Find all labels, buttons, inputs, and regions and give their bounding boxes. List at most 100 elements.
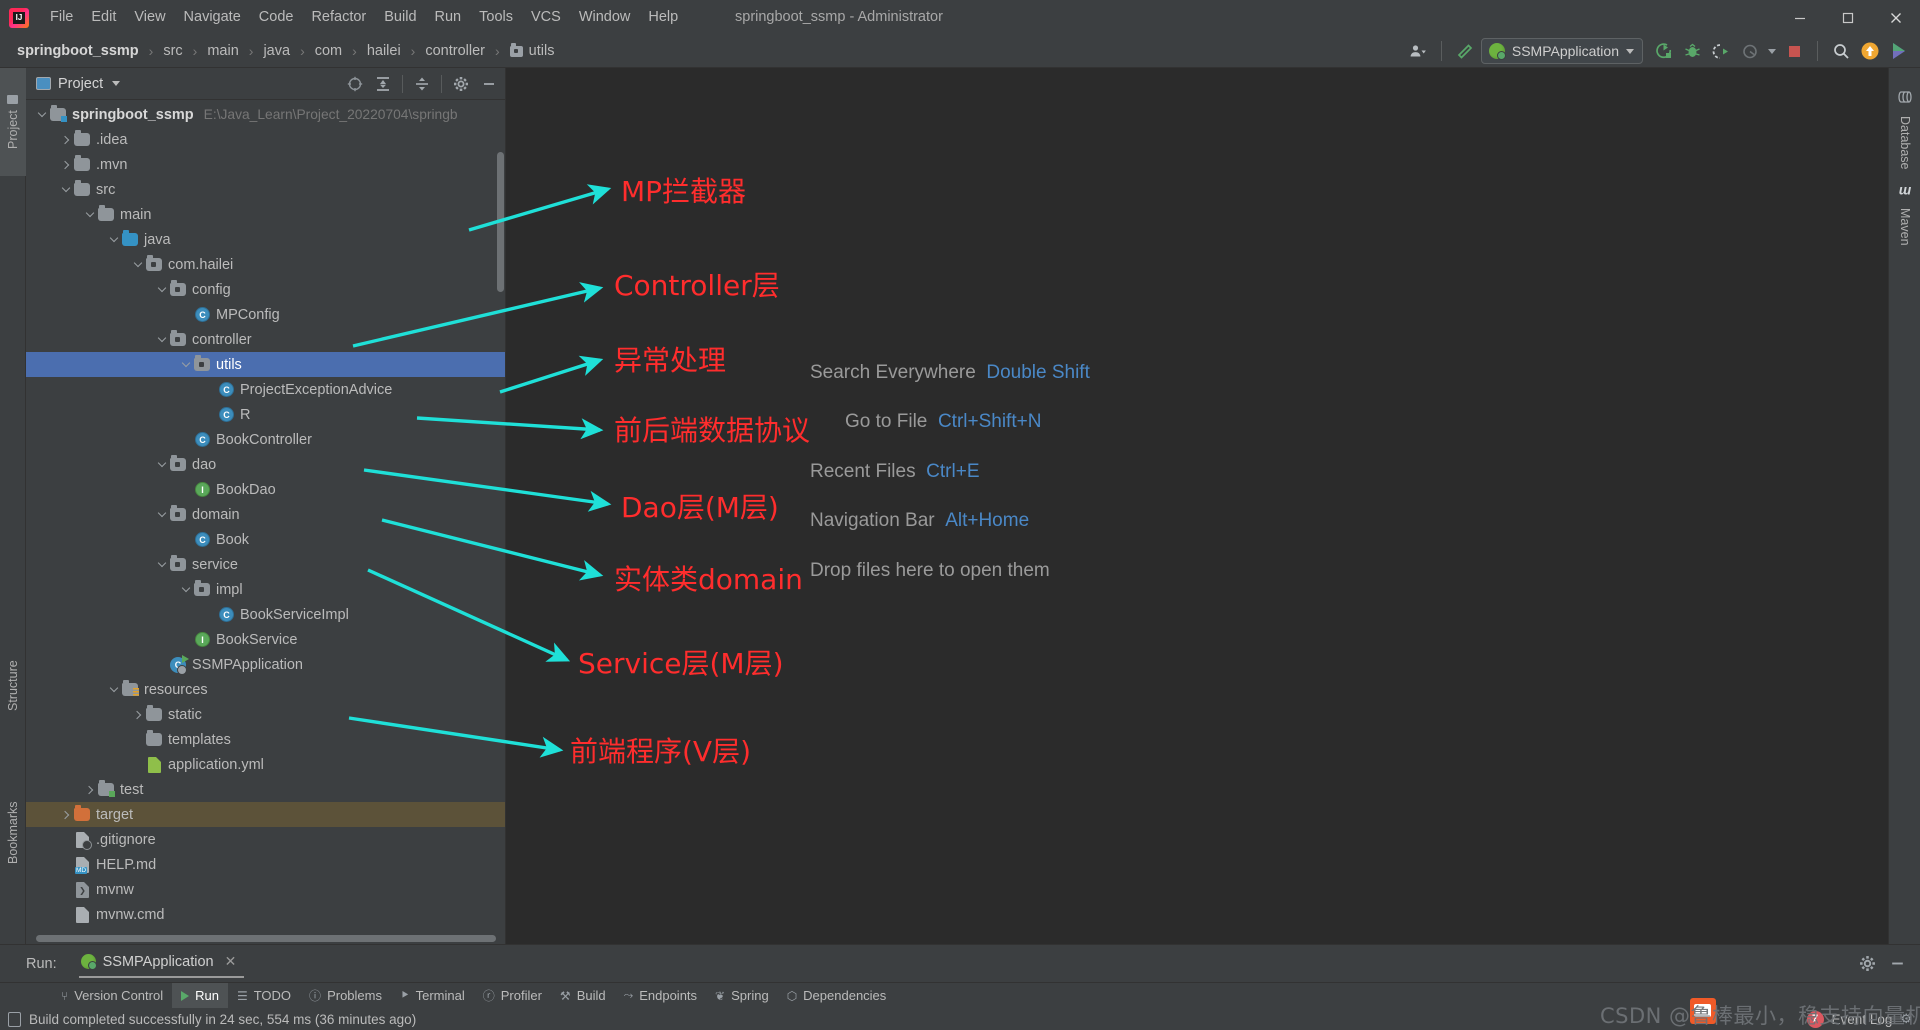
tree-node--gitignore[interactable]: .gitignore (26, 827, 506, 852)
close-icon[interactable] (1872, 0, 1920, 35)
tree-node-mvnw[interactable]: mvnw (26, 877, 506, 902)
run-configuration-selector[interactable]: SSMPApplication (1480, 38, 1643, 64)
hammer-icon[interactable] (1452, 38, 1478, 64)
chevron-down-icon[interactable] (154, 457, 170, 473)
stop-icon[interactable] (1781, 38, 1807, 64)
tree-node-templates[interactable]: templates (26, 727, 506, 752)
tree-node-bookserviceimpl[interactable]: C BookServiceImpl (26, 602, 506, 627)
tree-node-bookdao[interactable]: I BookDao (26, 477, 506, 502)
bottom-tab-version-control[interactable]: ⑂ Version Control (52, 983, 172, 1009)
debug-bug-icon[interactable] (1679, 38, 1705, 64)
chevron-down-icon[interactable] (154, 507, 170, 523)
menu-item-tools[interactable]: Tools (470, 0, 522, 35)
tree-node-utils[interactable]: utils (26, 352, 506, 377)
chevron-down-icon[interactable] (58, 182, 74, 198)
breadcrumb-item-springboot-ssmp[interactable]: springboot_ssmp (14, 41, 142, 61)
menu-item-run[interactable]: Run (426, 0, 471, 35)
tree-node-book[interactable]: C Book (26, 527, 506, 552)
tree-node-mvnw-cmd[interactable]: mvnw.cmd (26, 902, 506, 927)
close-icon[interactable]: ✕ (225, 953, 237, 970)
maximize-icon[interactable] (1824, 0, 1872, 35)
tree-node-static[interactable]: static (26, 702, 506, 727)
select-opened-file-icon[interactable] (342, 72, 368, 96)
tree-node--idea[interactable]: .idea (26, 127, 506, 152)
tree-node-service[interactable]: service (26, 552, 506, 577)
tree-node-src[interactable]: src (26, 177, 506, 202)
run-coverage-icon[interactable] (1708, 38, 1734, 64)
bottom-tab-spring[interactable]: ❦ Spring (706, 983, 778, 1009)
tree-node-com-hailei[interactable]: com.hailei (26, 252, 506, 277)
chevron-down-icon[interactable] (34, 107, 50, 123)
tree-node-main[interactable]: main (26, 202, 506, 227)
ide-feature-icon[interactable] (1886, 38, 1912, 64)
menu-item-refactor[interactable]: Refactor (302, 0, 375, 35)
minimize-icon[interactable] (1776, 0, 1824, 35)
update-arrow-icon[interactable] (1857, 38, 1883, 64)
profiler-icon[interactable] (1737, 38, 1763, 64)
tree-node-ssmpapplication[interactable]: C SSMPApplication (26, 652, 506, 677)
settings-gear-icon[interactable] (1854, 951, 1880, 977)
tree-node-bookcontroller[interactable]: C BookController (26, 427, 506, 452)
bottom-tab-endpoints[interactable]: ⤳ Endpoints (615, 983, 706, 1009)
user-account-icon[interactable] (1405, 38, 1431, 64)
chevron-right-icon[interactable] (58, 132, 74, 148)
tree-node-application-yml[interactable]: application.yml (26, 752, 506, 777)
menu-item-window[interactable]: Window (570, 0, 640, 35)
run-tab-ssmpapplication[interactable]: SSMPApplication ✕ (78, 949, 245, 978)
sidebar-tab-structure[interactable]: Structure (0, 628, 26, 744)
breadcrumb-item-main[interactable]: main (204, 41, 241, 61)
tree-horizontal-scrollbar[interactable] (36, 935, 496, 942)
chevron-down-icon[interactable] (106, 682, 122, 698)
settings-gear-icon[interactable] (448, 72, 474, 96)
chevron-right-icon[interactable] (82, 782, 98, 798)
tree-node-java[interactable]: java (26, 227, 506, 252)
hide-panel-icon[interactable] (1884, 951, 1910, 977)
tree-node-resources[interactable]: resources (26, 677, 506, 702)
tree-node-controller[interactable]: controller (26, 327, 506, 352)
sidebar-tab-database[interactable]: Database (1889, 82, 1920, 178)
chevron-down-icon[interactable] (112, 81, 121, 86)
chevron-right-icon[interactable] (58, 157, 74, 173)
tree-node-r[interactable]: CR (26, 402, 506, 427)
tree-node-bookservice[interactable]: I BookService (26, 627, 506, 652)
tree-node-springboot-ssmp[interactable]: springboot_ssmp E:\Java_Learn\Project_202… (26, 102, 506, 127)
tree-node-test[interactable]: test (26, 777, 506, 802)
bottom-tab-terminal[interactable]: ⯈ Terminal (391, 983, 474, 1009)
tree-node-impl[interactable]: impl (26, 577, 506, 602)
expand-all-icon[interactable] (370, 72, 396, 96)
tree-node-projectexceptionadvice[interactable]: C ProjectExceptionAdvice (26, 377, 506, 402)
menu-item-navigate[interactable]: Navigate (175, 0, 250, 35)
tree-node-domain[interactable]: domain (26, 502, 506, 527)
hide-panel-icon[interactable] (476, 72, 502, 96)
menu-item-vcs[interactable]: VCS (522, 0, 570, 35)
tree-node-help-md[interactable]: HELP.md (26, 852, 506, 877)
tree-vertical-scrollbar[interactable] (497, 152, 504, 292)
menu-item-help[interactable]: Help (639, 0, 687, 35)
breadcrumb-item-java[interactable]: java (260, 41, 293, 61)
breadcrumb-item-utils[interactable]: utils (507, 41, 558, 61)
bottom-tab-dependencies[interactable]: ⬡ Dependencies (778, 983, 896, 1009)
project-tree[interactable]: springboot_ssmp E:\Java_Learn\Project_202… (26, 100, 506, 944)
tree-node-config[interactable]: config (26, 277, 506, 302)
menu-item-file[interactable]: File (41, 0, 82, 35)
sidebar-tab-bookmarks[interactable]: Bookmarks (0, 768, 26, 898)
tree-node--mvn[interactable]: .mvn (26, 152, 506, 177)
bottom-tab-problems[interactable]: ⓘ Problems (300, 983, 391, 1009)
menu-item-edit[interactable]: Edit (82, 0, 125, 35)
tree-node-target[interactable]: target (26, 802, 506, 827)
breadcrumb-item-src[interactable]: src (160, 41, 185, 61)
chevron-down-icon[interactable] (178, 357, 194, 373)
bottom-tab-profiler[interactable]: ⓡ Profiler (474, 983, 551, 1009)
search-icon[interactable] (1828, 38, 1854, 64)
chevron-down-icon[interactable] (154, 282, 170, 298)
collapse-all-icon[interactable] (409, 72, 435, 96)
tree-node-mpconfig[interactable]: C MPConfig (26, 302, 506, 327)
menu-item-build[interactable]: Build (375, 0, 425, 35)
profiler-dropdown-icon[interactable] (1766, 38, 1778, 64)
run-icon[interactable] (1650, 38, 1676, 64)
breadcrumb-item-com[interactable]: com (312, 41, 345, 61)
menu-item-view[interactable]: View (125, 0, 174, 35)
chevron-down-icon[interactable] (82, 207, 98, 223)
bottom-tab-run[interactable]: Run (172, 982, 228, 1009)
chevron-down-icon[interactable] (130, 257, 146, 273)
